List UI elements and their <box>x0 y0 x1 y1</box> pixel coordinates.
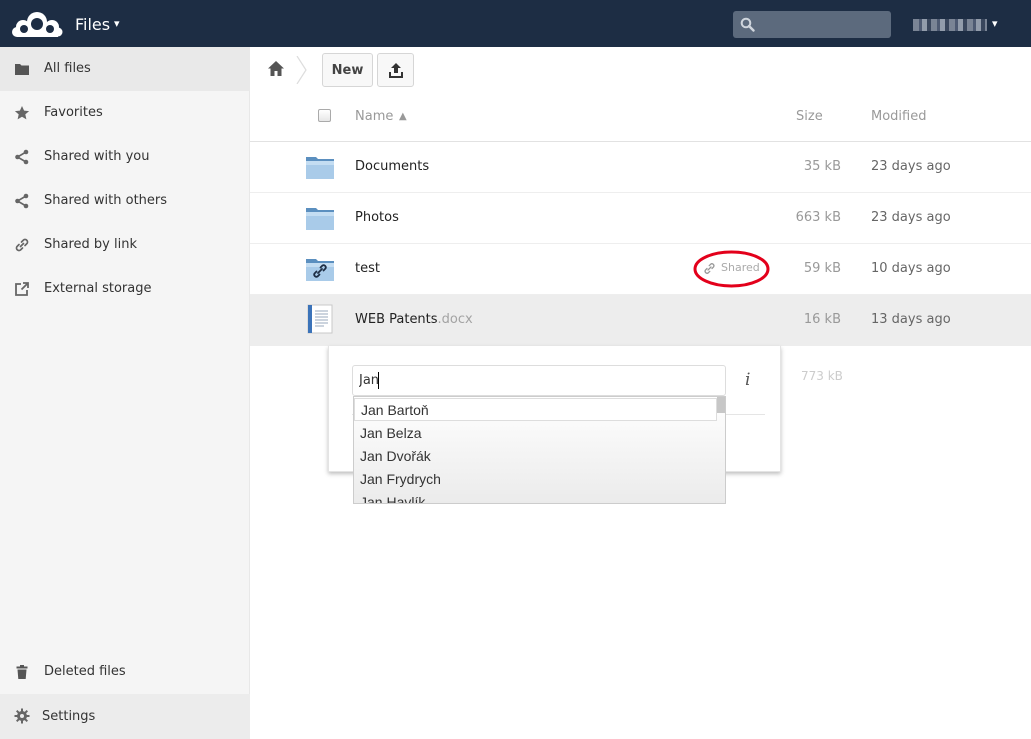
file-modified: 10 days ago <box>871 261 951 276</box>
file-name[interactable]: Documents <box>355 159 429 174</box>
sidebar-item-label: Deleted files <box>44 664 126 679</box>
table-row[interactable]: test Shared 59 kB 10 days ago <box>250 244 1031 295</box>
shared-folder-icon <box>306 259 334 281</box>
file-size: 16 kB <box>803 312 841 327</box>
star-icon <box>14 106 30 120</box>
app-menu-caret-icon[interactable]: ▾ <box>114 17 120 30</box>
avatar <box>913 19 987 31</box>
total-size: 773 kB <box>801 369 843 383</box>
file-modified: 13 days ago <box>871 312 951 327</box>
sidebar-item-favorites[interactable]: Favorites <box>0 91 250 135</box>
home-icon[interactable] <box>267 60 285 77</box>
file-size: 59 kB <box>803 261 841 276</box>
column-header-modified[interactable]: Modified <box>871 109 926 124</box>
owncloud-logo-icon[interactable] <box>11 9 63 39</box>
share-icon <box>15 149 29 165</box>
table-row[interactable]: Documents 35 kB 23 days ago <box>250 142 1031 193</box>
text-cursor <box>378 372 379 389</box>
sidebar-item-all-files[interactable]: All files <box>0 47 250 91</box>
sidebar-item-label: Shared with you <box>44 149 150 164</box>
file-basename: WEB Patents <box>355 312 438 327</box>
user-caret-icon: ▾ <box>992 17 998 30</box>
folder-icon <box>15 64 29 75</box>
file-size: 35 kB <box>803 159 841 174</box>
new-button[interactable]: New <box>322 53 373 87</box>
share-with-input[interactable] <box>352 365 726 396</box>
select-all-checkbox[interactable] <box>318 109 331 122</box>
external-icon <box>15 282 29 296</box>
document-icon <box>307 304 333 334</box>
folder-icon <box>306 208 334 230</box>
column-header-size[interactable]: Size <box>796 109 823 124</box>
sidebar-item-label: Shared with others <box>44 193 168 208</box>
sidebar-item-label: Shared by link <box>44 237 137 252</box>
sidebar-item-label: External storage <box>44 281 152 296</box>
sidebar-item-label: Favorites <box>44 105 103 120</box>
breadcrumb-separator <box>296 56 307 84</box>
settings-label: Settings <box>42 709 96 724</box>
sidebar: All files Favorites Shared with you Shar… <box>0 47 250 739</box>
sort-ascending-icon: ▲ <box>399 111 407 122</box>
search-icon <box>740 17 755 32</box>
file-modified: 23 days ago <box>871 159 951 174</box>
file-modified: 23 days ago <box>871 210 951 225</box>
info-icon[interactable]: i <box>745 370 750 390</box>
scrollbar-thumb[interactable] <box>717 397 725 413</box>
gear-icon <box>14 708 30 724</box>
sidebar-item-external-storage[interactable]: External storage <box>0 267 250 311</box>
file-size: 663 kB <box>795 210 841 225</box>
sidebar-item-label: All files <box>44 61 91 76</box>
highlight-ellipse <box>693 250 770 288</box>
user-menu[interactable]: ▾ <box>913 17 1003 33</box>
autocomplete-list: Jan Bartoň Jan Belza Jan Dvořák Jan Fryd… <box>353 396 726 504</box>
top-header: Files ▾ ▾ <box>0 0 1031 47</box>
table-row[interactable]: WEB Patents.docx 16 kB 13 days ago <box>250 295 1031 346</box>
file-name[interactable]: WEB Patents.docx <box>355 312 473 327</box>
autocomplete-item[interactable]: Jan Bartoň <box>354 398 717 421</box>
column-header-name[interactable]: Name <box>355 109 393 124</box>
app-title[interactable]: Files <box>75 15 110 34</box>
autocomplete-item[interactable]: Jan Frydrych <box>354 468 718 491</box>
link-icon <box>15 238 29 252</box>
autocomplete-item[interactable]: Jan Dvořák <box>354 445 718 468</box>
file-name[interactable]: Photos <box>355 210 399 225</box>
table-row[interactable]: Photos 663 kB 23 days ago <box>250 193 1031 244</box>
file-name[interactable]: test <box>355 261 380 276</box>
sidebar-item-shared-with-others[interactable]: Shared with others <box>0 179 250 223</box>
upload-button[interactable] <box>377 53 414 87</box>
upload-icon <box>389 63 403 78</box>
file-extension: .docx <box>437 312 473 327</box>
sidebar-item-shared-by-link[interactable]: Shared by link <box>0 223 250 267</box>
folder-icon <box>306 157 334 179</box>
sidebar-item-shared-with-you[interactable]: Shared with you <box>0 135 250 179</box>
sidebar-item-deleted-files[interactable]: Deleted files <box>0 650 250 694</box>
autocomplete-item[interactable]: Jan Havlík <box>354 491 718 503</box>
trash-icon <box>16 665 28 679</box>
autocomplete-item[interactable]: Jan Belza <box>354 422 718 445</box>
settings-button[interactable]: Settings <box>0 694 250 739</box>
share-icon <box>15 193 29 209</box>
search-input[interactable] <box>733 11 891 38</box>
